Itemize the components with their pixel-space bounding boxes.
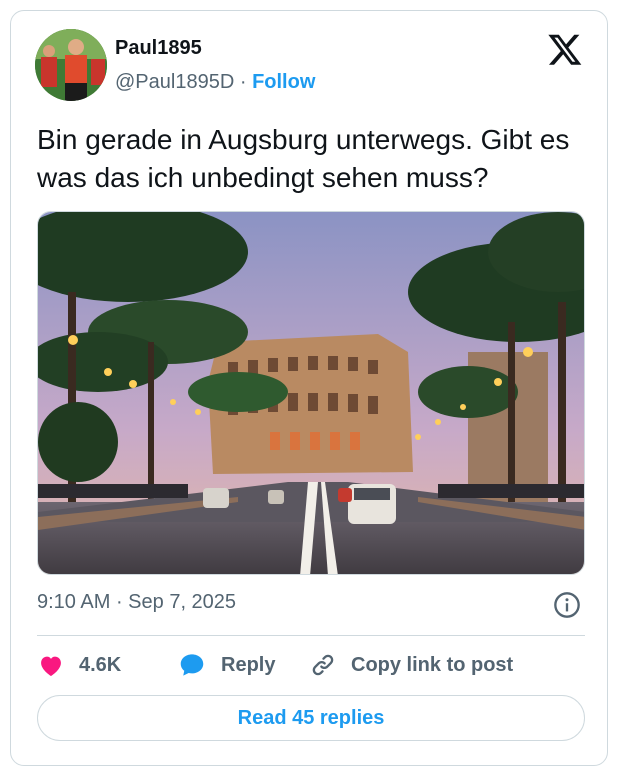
tweet-time: 9:10 AM	[37, 591, 111, 613]
separator: ·	[110, 591, 129, 613]
author-display-name[interactable]: Paul1895	[115, 37, 202, 60]
copy-link-label: Copy link to post	[351, 653, 514, 676]
colosseum-street-image	[38, 212, 584, 574]
tweet-card: Paul1895 @Paul1895D · Follow Bin gerade …	[10, 10, 608, 766]
read-replies-button[interactable]: Read 45 replies	[37, 695, 585, 741]
avatar[interactable]	[35, 29, 107, 101]
info-icon[interactable]	[553, 591, 581, 619]
tweet-photo[interactable]	[37, 211, 585, 575]
x-logo-icon[interactable]	[547, 31, 583, 67]
author-handle[interactable]: @Paul1895D	[115, 71, 234, 93]
tweet-timestamp[interactable]: 9:10 AM · Sep 7, 2025	[37, 591, 236, 614]
separator: ·	[234, 71, 253, 93]
like-button[interactable]: 4.6K	[37, 647, 121, 683]
reply-button[interactable]: Reply	[177, 647, 275, 683]
speech-bubble-icon	[180, 654, 204, 676]
action-bar: 4.6K Reply Copy link to post	[37, 647, 585, 683]
tweet-text: Bin gerade in Augsburg unterwegs. Gibt e…	[37, 124, 570, 193]
divider	[37, 635, 585, 636]
follow-button[interactable]: Follow	[252, 71, 315, 93]
tweet-date: Sep 7, 2025	[128, 591, 237, 613]
heart-icon	[41, 656, 61, 677]
reply-label: Reply	[221, 653, 276, 676]
copy-link-button[interactable]: Copy link to post	[309, 647, 513, 683]
link-icon	[312, 654, 334, 676]
read-replies-label: Read 45 replies	[237, 706, 385, 729]
avatar-image	[35, 29, 107, 101]
author-handle-row: @Paul1895D · Follow	[115, 71, 315, 94]
like-count: 4.6K	[79, 653, 122, 676]
